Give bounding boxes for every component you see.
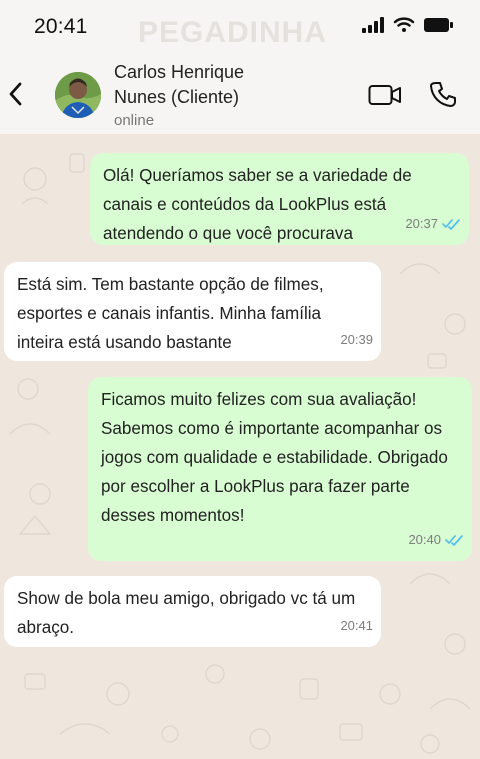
message-text: Ficamos muito felizes com sua avaliação!… <box>101 390 448 525</box>
read-receipt-icon <box>445 534 463 546</box>
message-time: 20:39 <box>340 332 373 347</box>
phone-call-icon[interactable] <box>429 80 457 108</box>
status-time: 20:41 <box>34 15 88 38</box>
status-icons <box>361 17 454 33</box>
message-meta: 20:37 <box>405 209 461 238</box>
contact-status: online <box>114 112 155 129</box>
message-bubble-outgoing[interactable]: Olá! Queríamos saber se a variedade de c… <box>90 153 469 245</box>
message-time: 20:37 <box>405 216 438 231</box>
status-bar: 20:41 PEGADINHA <box>0 0 480 56</box>
wifi-icon <box>393 17 415 32</box>
message-bubble-outgoing[interactable]: Ficamos muito felizes com sua avaliação!… <box>88 377 472 561</box>
back-arrow-icon[interactable] <box>6 81 26 107</box>
watermark: PEGADINHA <box>138 16 328 49</box>
message-meta: 20:40 <box>408 525 464 554</box>
message-time: 20:40 <box>408 532 441 547</box>
message-bubble-incoming[interactable]: Show de bola meu amigo, obrigado vc tá u… <box>4 576 381 647</box>
read-receipt-icon <box>442 218 460 230</box>
message-text: Está sim. Tem bastante opção de filmes, … <box>17 275 324 352</box>
message-meta: 20:41 <box>340 611 373 640</box>
chat-area[interactable]: Olá! Queríamos saber se a variedade de c… <box>0 134 480 759</box>
signal-icon <box>362 17 384 33</box>
avatar-image <box>55 72 101 118</box>
avatar[interactable] <box>55 72 101 118</box>
message-time: 20:41 <box>340 618 373 633</box>
message-meta: 20:39 <box>340 325 373 354</box>
contact-name[interactable]: Carlos Henrique Nunes (Cliente) <box>114 60 294 110</box>
message-text: Show de bola meu amigo, obrigado vc tá u… <box>17 589 356 637</box>
message-bubble-incoming[interactable]: Está sim. Tem bastante opção de filmes, … <box>4 262 381 361</box>
video-call-icon[interactable] <box>368 84 402 106</box>
battery-icon <box>424 18 453 32</box>
message-text: Olá! Queríamos saber se a variedade de c… <box>103 166 412 243</box>
chat-header: Carlos Henrique Nunes (Cliente) online <box>0 56 480 135</box>
